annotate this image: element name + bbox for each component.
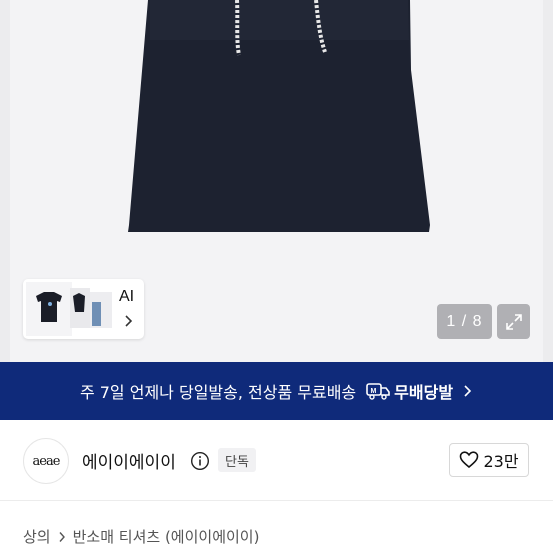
shipping-badge-label: 무배당발 (394, 383, 454, 402)
exclusive-badge: 단독 (218, 448, 256, 472)
brand-row: aeae 에이이에이이 단독 23만 (0, 420, 553, 500)
chevron-right-icon (125, 315, 133, 327)
shipping-banner-text: 주 7일 언제나 당일발송, 전상품 무료배송 (79, 383, 357, 402)
brand-logo-text: aeae (32, 453, 61, 469)
ai-label: AI (119, 288, 135, 305)
divider (0, 500, 553, 501)
brand-name[interactable]: 에이이에이이 (82, 448, 176, 473)
svg-text:M: M (371, 388, 377, 395)
chevron-right-icon (59, 531, 65, 542)
product-detail-page: AI 1 / 8 주 7일 언제나 당일발송, 전상품 무료배송 M 무배당발 (0, 0, 553, 553)
styled-by-ai-card[interactable]: AI (23, 279, 144, 339)
product-image-gallery[interactable]: AI 1 / 8 (0, 0, 553, 362)
image-counter: 1 / 8 (437, 304, 492, 339)
info-icon[interactable] (190, 451, 210, 471)
brand-logo[interactable]: aeae (23, 438, 69, 484)
like-button[interactable]: 23만 (449, 443, 529, 477)
chevron-right-icon (464, 385, 472, 397)
expand-image-button[interactable] (497, 304, 530, 339)
heart-icon (460, 451, 479, 469)
breadcrumb-category[interactable]: 상의 (23, 526, 51, 547)
breadcrumb-subcategory[interactable]: 반소매 티셔츠 (에이이에이이) (73, 526, 260, 547)
delivery-truck-icon: M (366, 383, 390, 400)
ai-outfit-thumbnails (26, 282, 112, 336)
like-count: 23만 (483, 452, 519, 471)
breadcrumb: 상의 반소매 티셔츠 (에이이에이이) (23, 526, 259, 547)
expand-icon (505, 313, 522, 330)
shipping-banner[interactable]: 주 7일 언제나 당일발송, 전상품 무료배송 M 무배당발 (0, 362, 553, 420)
